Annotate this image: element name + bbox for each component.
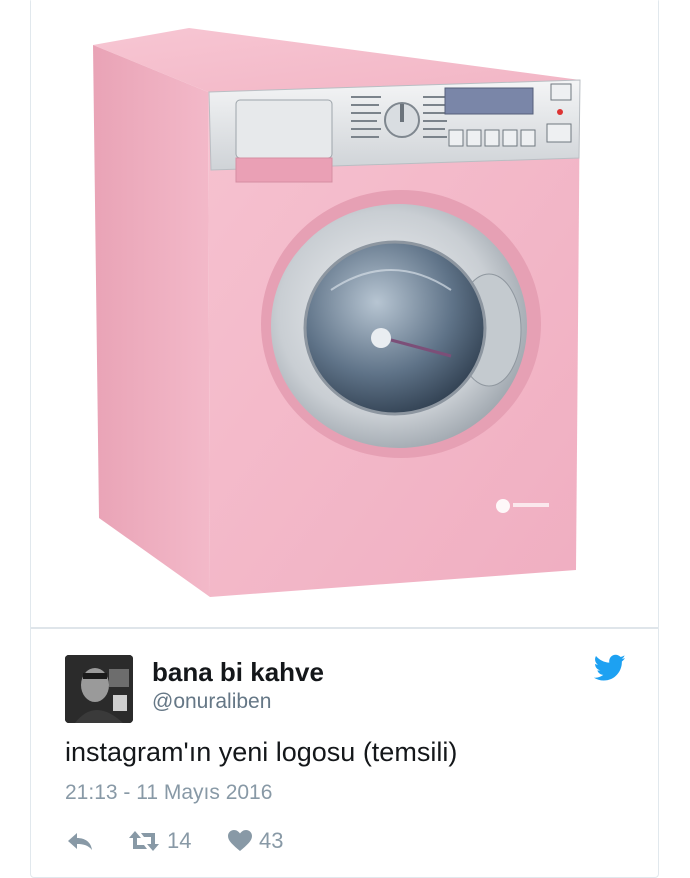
tweet-timestamp[interactable]: 21:13 - 11 Mayıs 2016 [65,781,272,805]
twitter-bird-icon[interactable] [593,654,626,682]
display-name[interactable]: bana bi kahve [152,657,324,688]
heart-icon [228,830,252,851]
tweet-actions: 14 43 [65,823,465,859]
like-button[interactable]: 43 [227,823,283,859]
tweet-text: instagram'ın yeni logosu (temsili) [65,737,458,767]
retweet-button[interactable]: 14 [127,823,191,859]
retweet-count: 14 [167,828,192,853]
media-divider [31,627,658,629]
reply-button[interactable] [65,823,95,859]
user-handle[interactable]: @onuraliben [152,690,271,714]
tweet-media-image[interactable] [31,0,658,627]
reply-icon [68,833,92,850]
pink-washing-machine-image [93,28,581,597]
retweet-icon [129,831,159,851]
like-count: 43 [259,828,284,853]
avatar-photo [65,655,133,723]
avatar[interactable] [65,655,133,723]
